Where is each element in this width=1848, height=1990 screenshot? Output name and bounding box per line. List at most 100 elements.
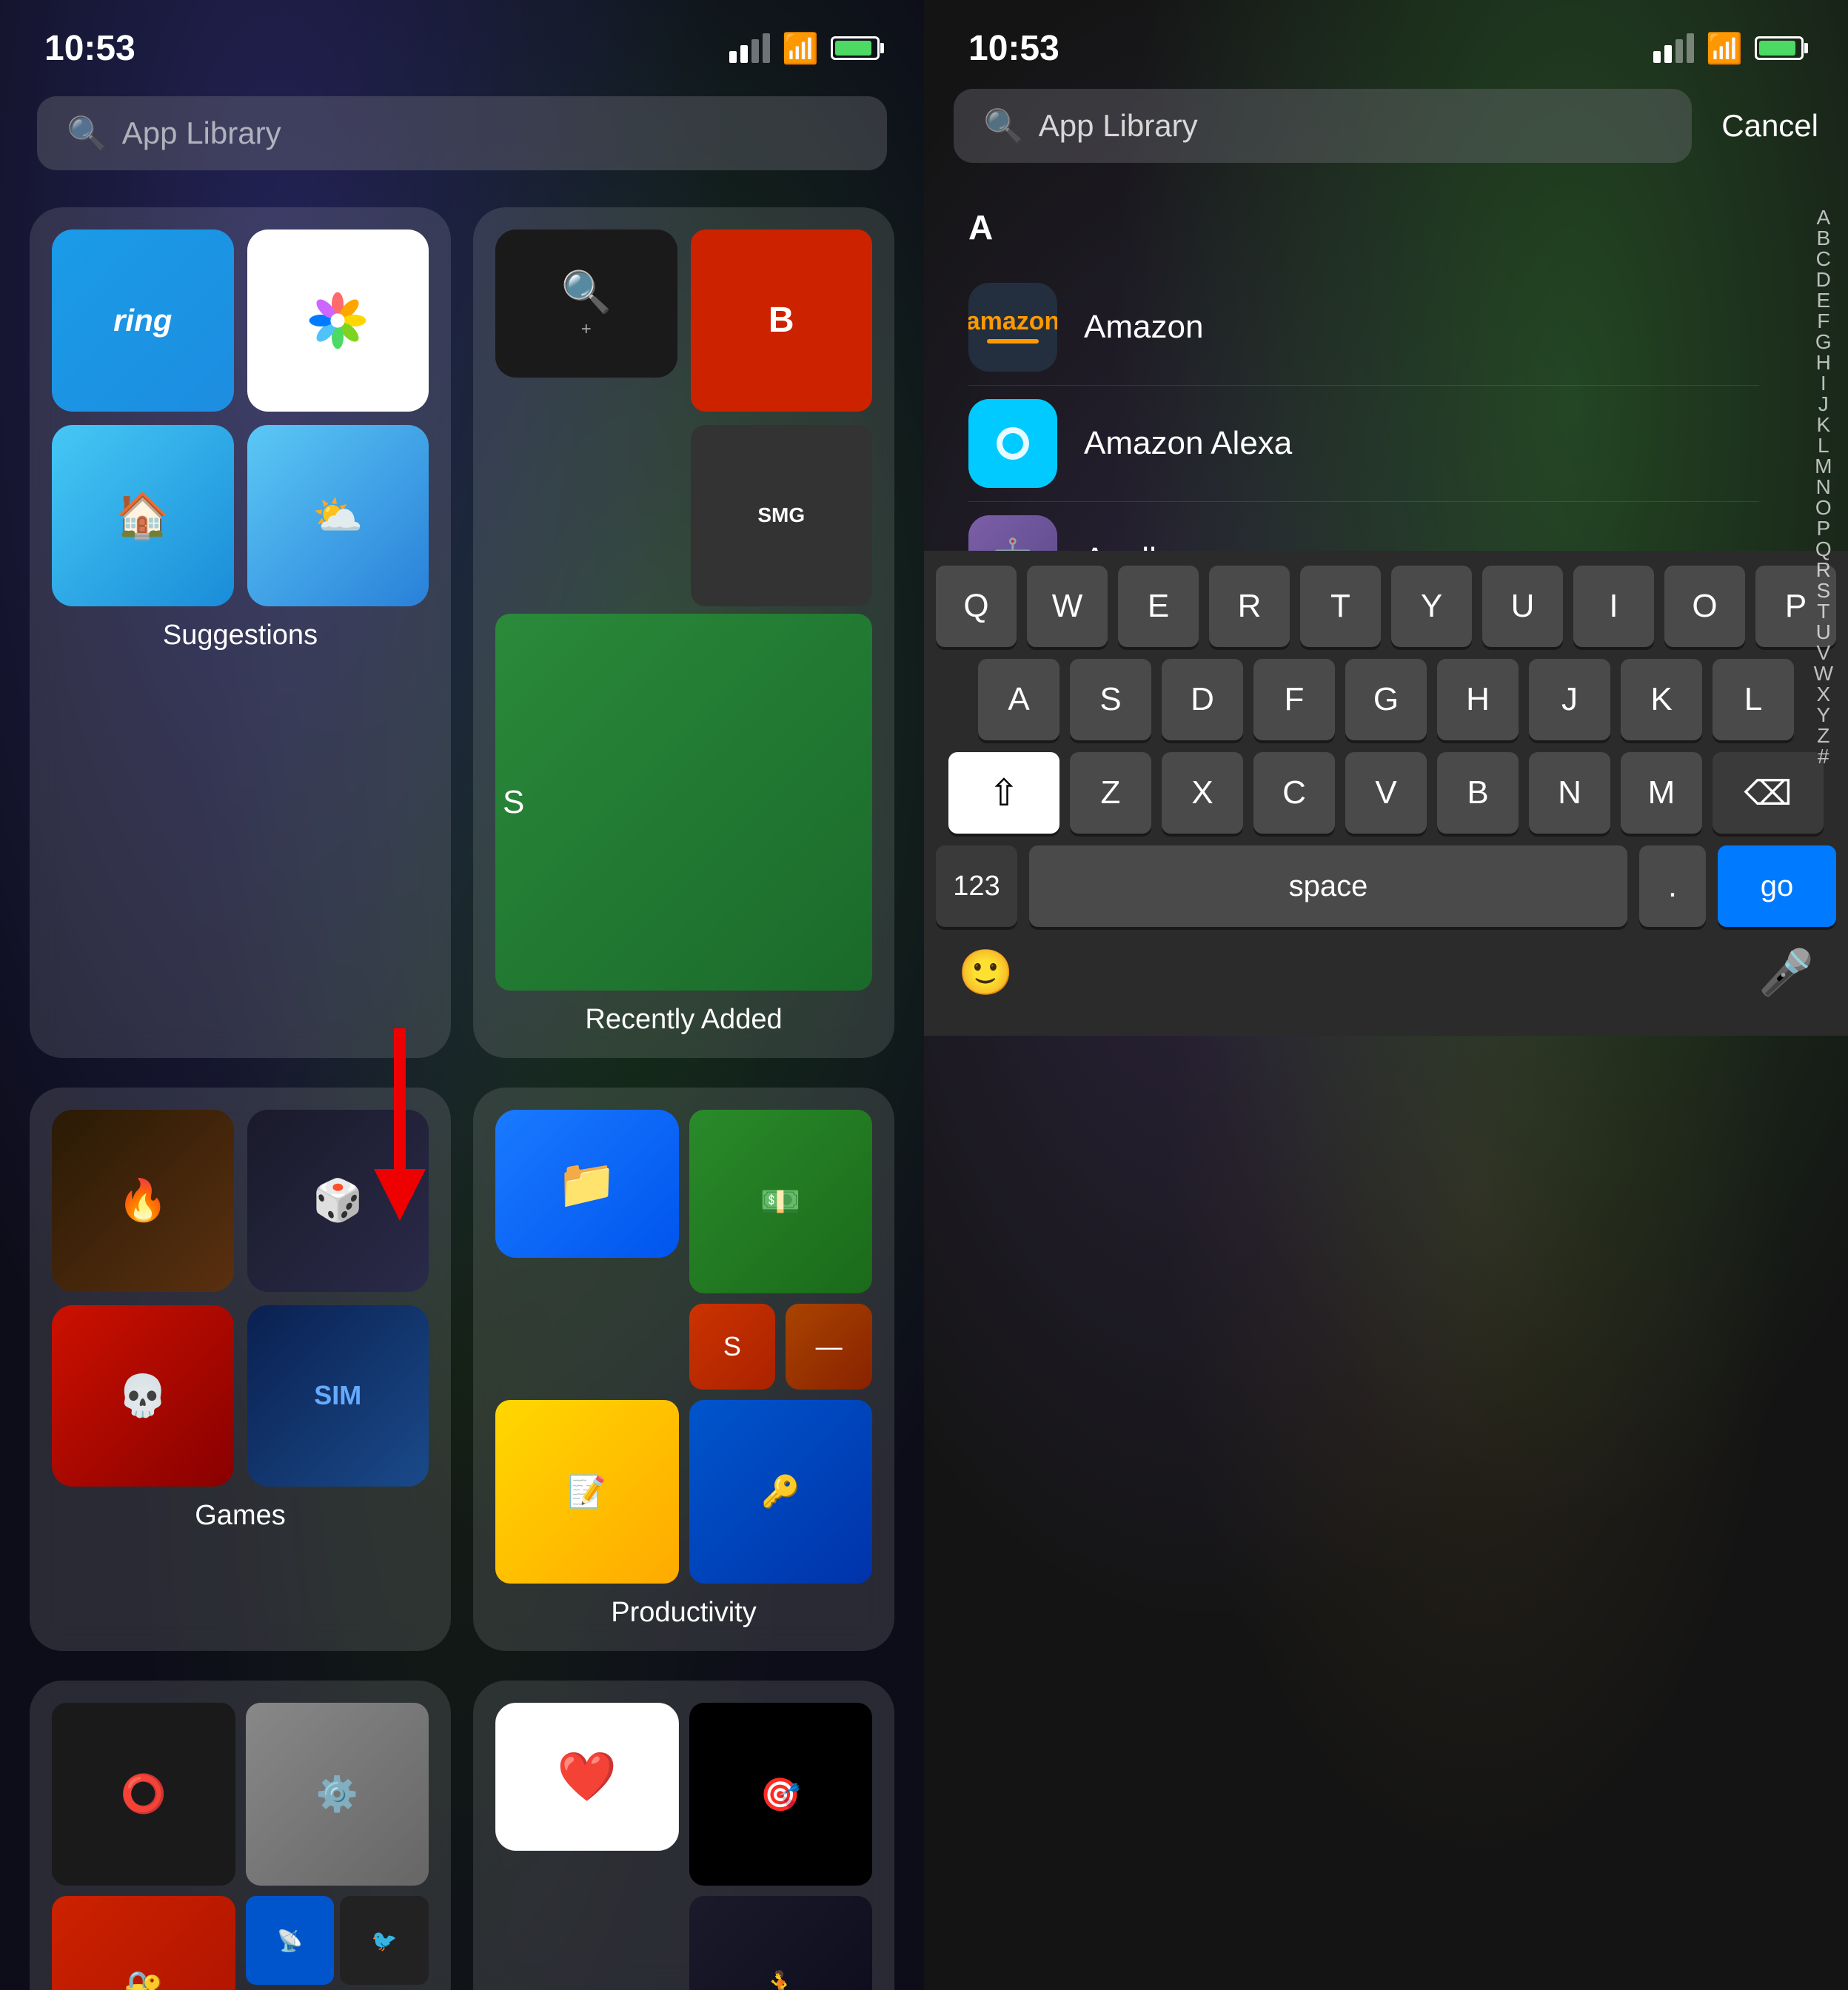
alpha-E[interactable]: E <box>1816 290 1830 311</box>
alpha-H[interactable]: H <box>1816 352 1831 373</box>
photos-icon[interactable] <box>247 230 429 412</box>
search-bar-left[interactable]: 🔍 App Library <box>37 96 887 170</box>
notes-icon[interactable]: 📝 <box>495 1400 679 1584</box>
key-G[interactable]: G <box>1345 659 1427 740</box>
activity-icon[interactable]: 🎯 <box>689 1703 873 1886</box>
alpha-U[interactable]: U <box>1816 622 1831 643</box>
key-T[interactable]: T <box>1300 566 1381 647</box>
alpha-A[interactable]: A <box>1816 207 1830 228</box>
copilot2-icon[interactable]: S <box>689 1304 776 1390</box>
ring3-icon[interactable]: 📡 <box>246 1896 335 1985</box>
alpha-sidebar[interactable]: A B C D E F G H I J K L M N O P Q R S T … <box>1814 207 1833 443</box>
key-C[interactable]: C <box>1253 752 1335 834</box>
skull-icon[interactable]: 💀 <box>52 1305 234 1487</box>
alpha-D[interactable]: D <box>1816 269 1831 290</box>
key-L[interactable]: L <box>1713 659 1794 740</box>
settings-icon[interactable]: ⚙️ <box>246 1703 429 1886</box>
alpha-F[interactable]: F <box>1817 311 1829 332</box>
key-S[interactable]: S <box>1070 659 1151 740</box>
signal-icon-right <box>1653 33 1694 63</box>
key-O[interactable]: O <box>1664 566 1745 647</box>
alpha-Z[interactable]: Z <box>1817 726 1829 746</box>
suggestions-folder[interactable]: ring <box>30 207 451 1058</box>
alpha-N[interactable]: N <box>1816 477 1831 498</box>
dollar-icon[interactable]: 💵 <box>689 1110 873 1293</box>
files-icon[interactable]: 📁 <box>495 1110 679 1258</box>
health-fitness-folder[interactable]: ❤️ 🎯 🏃 Health & Fitness <box>473 1681 894 1990</box>
key-E[interactable]: E <box>1118 566 1199 647</box>
key-F[interactable]: F <box>1253 659 1335 740</box>
key-D[interactable]: D <box>1162 659 1243 740</box>
key-W[interactable]: W <box>1027 566 1108 647</box>
utilities-folder[interactable]: ⭕ ⚙️ 🔐 📡 🐦 💳 Utilities <box>30 1681 451 1990</box>
alpha-X[interactable]: X <box>1816 684 1830 705</box>
alpha-T[interactable]: T <box>1817 601 1829 622</box>
delete-key[interactable]: ⌫ <box>1713 752 1824 834</box>
soulver-icon[interactable]: S <box>495 614 872 991</box>
emoji-button[interactable]: 🙂 <box>958 946 1014 999</box>
key-M[interactable]: M <box>1621 752 1702 834</box>
dash-icon[interactable]: — <box>786 1304 872 1390</box>
alpha-B[interactable]: B <box>1816 228 1830 249</box>
alpha-Y[interactable]: Y <box>1816 705 1830 726</box>
alpha-O[interactable]: O <box>1815 498 1832 518</box>
key-A[interactable]: A <box>978 659 1059 740</box>
onepass-icon[interactable]: 🔑 <box>689 1400 873 1584</box>
talon-icon[interactable]: 🐦 <box>340 1896 429 1985</box>
alpha-K[interactable]: K <box>1816 415 1830 435</box>
key-X[interactable]: X <box>1162 752 1243 834</box>
alpha-S[interactable]: S <box>1816 580 1830 601</box>
numbers-key[interactable]: 123 <box>936 845 1017 927</box>
recently-added-folder[interactable]: 🔍 + B SMG S Recently Added <box>473 207 894 1058</box>
alpha-J[interactable]: J <box>1818 394 1829 415</box>
sim-icon[interactable]: SIM <box>247 1305 429 1487</box>
alpha-G[interactable]: G <box>1815 332 1832 352</box>
go-key[interactable]: go <box>1718 845 1836 927</box>
keyboard-extras: 🙂 🎤 <box>936 939 1836 999</box>
key-Q[interactable]: Q <box>936 566 1017 647</box>
key-I[interactable]: I <box>1573 566 1654 647</box>
weather-icon[interactable]: ⛅ <box>247 425 429 607</box>
alpha-P[interactable]: P <box>1816 518 1830 539</box>
oura-icon[interactable]: ⭕ <box>52 1703 235 1886</box>
health-icon[interactable]: ❤️ <box>495 1703 679 1851</box>
key-H[interactable]: H <box>1437 659 1519 740</box>
search-plus-icon[interactable]: 🔍 + <box>495 230 677 378</box>
underarmour-icon[interactable]: 🏃 <box>689 1896 873 1990</box>
cancel-button[interactable]: Cancel <box>1707 108 1818 144</box>
authy-icon[interactable]: 🔐 <box>52 1896 235 1990</box>
key-K[interactable]: K <box>1621 659 1702 740</box>
alpha-V[interactable]: V <box>1816 643 1830 663</box>
key-U[interactable]: U <box>1482 566 1563 647</box>
key-R[interactable]: R <box>1209 566 1290 647</box>
list-item-alexa[interactable]: Amazon Alexa <box>968 386 1759 502</box>
key-J[interactable]: J <box>1529 659 1610 740</box>
alpha-W[interactable]: W <box>1814 663 1833 684</box>
alpha-C[interactable]: C <box>1816 249 1831 269</box>
ring-icon[interactable]: ring <box>52 230 234 412</box>
key-Y[interactable]: Y <box>1391 566 1472 647</box>
list-item-amazon[interactable]: amazon Amazon <box>968 269 1759 386</box>
shift-key[interactable]: ⇧ <box>948 752 1059 834</box>
alpha-Q[interactable]: Q <box>1815 539 1832 560</box>
productivity-folder[interactable]: 📁 💵 S — 📝 🔑 Productivity <box>473 1088 894 1651</box>
mic-button[interactable]: 🎤 <box>1758 946 1814 999</box>
status-bar-right: 10:53 📶 <box>924 0 1848 81</box>
period-key[interactable]: . <box>1639 845 1706 927</box>
home-icon[interactable]: 🏠 <box>52 425 234 607</box>
alpha-R[interactable]: R <box>1816 560 1831 580</box>
smg-icon[interactable]: SMG <box>691 425 873 607</box>
alpha-L[interactable]: L <box>1818 435 1829 456</box>
space-key[interactable]: space <box>1029 845 1627 927</box>
bezel-icon[interactable]: B <box>691 230 873 412</box>
alpha-M[interactable]: M <box>1815 456 1832 477</box>
key-V[interactable]: V <box>1345 752 1427 834</box>
search-bar-right[interactable]: 🔍 App Library <box>954 89 1692 163</box>
key-Z[interactable]: Z <box>1070 752 1151 834</box>
amazon-label: Amazon <box>1084 309 1203 346</box>
alpha-hash[interactable]: # <box>1818 746 1829 767</box>
alpha-I[interactable]: I <box>1821 373 1827 394</box>
key-N[interactable]: N <box>1529 752 1610 834</box>
key-B[interactable]: B <box>1437 752 1519 834</box>
game1-icon[interactable]: 🔥 <box>52 1110 234 1292</box>
